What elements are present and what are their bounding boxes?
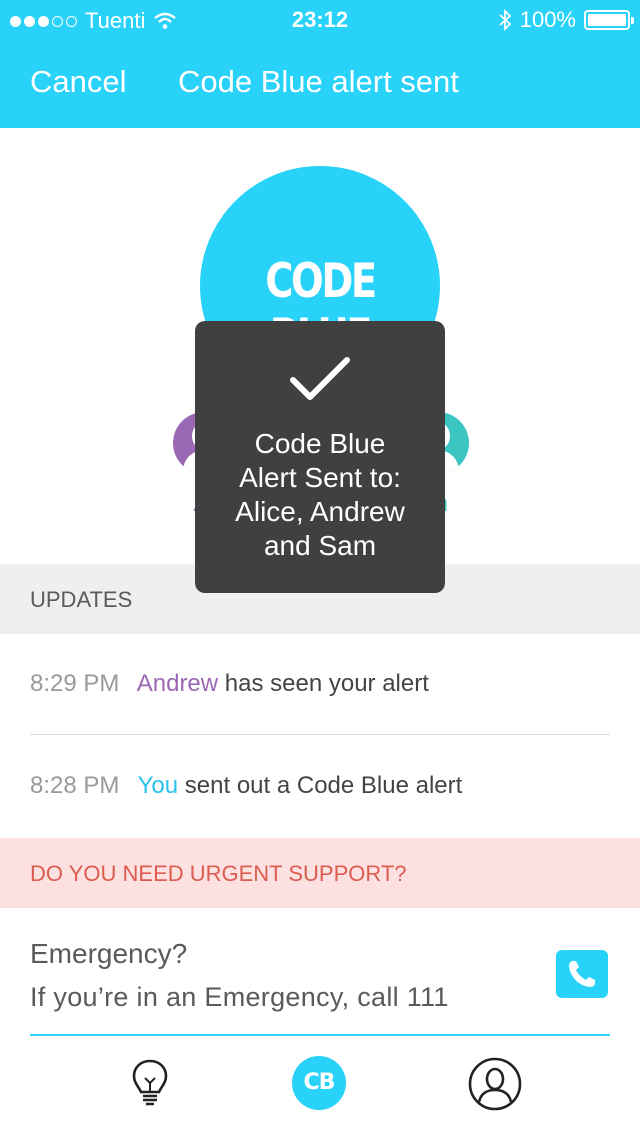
status-bar: Tuenti 23:12 100% <box>0 0 640 40</box>
update-time: 8:29 PM <box>30 670 120 697</box>
urgent-support-header: DO YOU NEED URGENT SUPPORT? <box>0 838 640 908</box>
list-item: 8:28 PM You sent out a Code Blue alert <box>30 736 610 836</box>
update-text: has seen your alert <box>224 670 429 697</box>
tab-code-blue-label: CB <box>292 1056 346 1110</box>
update-actor: Andrew <box>136 670 219 697</box>
page-title: Code Blue alert sent <box>178 64 459 99</box>
call-button[interactable] <box>556 950 608 998</box>
alert-sent-toast: Code Blue Alert Sent to: Alice, Andrew a… <box>195 321 445 593</box>
emergency-call-card[interactable]: Emergency? If you’re in an Emergency, ca… <box>30 938 610 1036</box>
phone-icon <box>569 961 595 987</box>
update-time: 8:28 PM <box>30 772 120 799</box>
toast-line: Code Blue <box>254 428 386 459</box>
tab-profile[interactable] <box>467 1056 523 1112</box>
toast-line: Alert Sent to: <box>239 462 401 493</box>
lightbulb-icon <box>132 1059 168 1106</box>
updates-header-label: UPDATES <box>30 587 133 612</box>
emergency-title: Emergency? <box>30 938 188 969</box>
update-text: sent out a Code Blue alert <box>184 772 463 799</box>
update-actor: You <box>137 772 179 799</box>
list-item: 8:29 PM Andrew has seen your alert <box>30 634 610 735</box>
toast-line: and Sam <box>263 530 377 561</box>
urgent-support-label: DO YOU NEED URGENT SUPPORT? <box>30 861 407 886</box>
tab-code-blue[interactable]: CB <box>292 1056 348 1112</box>
bluetooth-icon <box>499 9 512 31</box>
nav-bar: Tuenti 23:12 100% Cancel Code Blue alert… <box>0 0 640 128</box>
battery-percentage: 100% <box>519 7 576 32</box>
toast-message: Code Blue Alert Sent to: Alice, Andrew a… <box>195 427 445 563</box>
cancel-button[interactable]: Cancel <box>30 64 127 100</box>
toast-line: Alice, Andrew <box>235 496 405 527</box>
tab-tips[interactable] <box>122 1056 178 1112</box>
emergency-description: If you’re in an Emergency, call 111 <box>30 982 449 1012</box>
profile-icon <box>468 1057 522 1111</box>
checkmark-icon <box>290 357 350 400</box>
battery-icon <box>584 10 634 30</box>
